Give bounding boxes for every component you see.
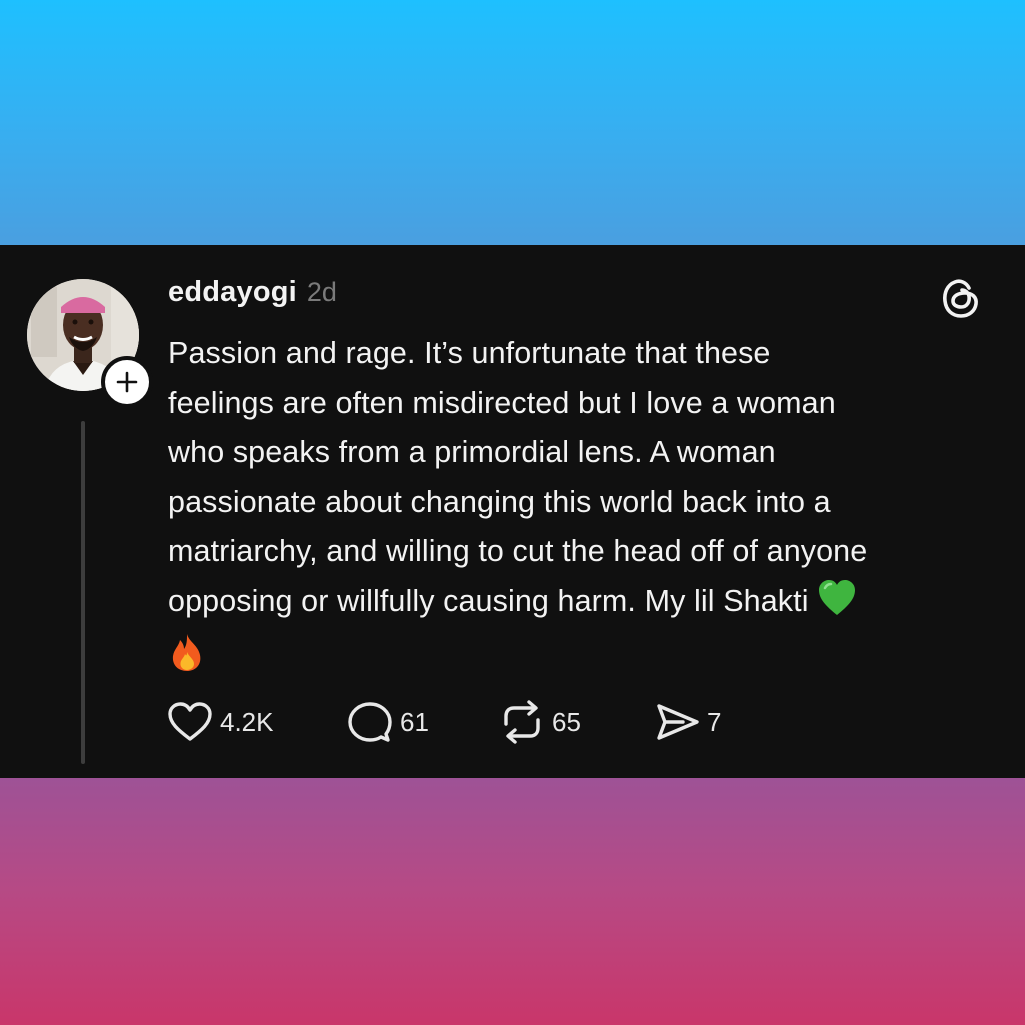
- post-line: passionate about changing this world bac…: [168, 484, 831, 519]
- background-bottom-gradient: [0, 778, 1025, 1025]
- like-count: 4.2K: [220, 706, 274, 737]
- plus-icon: [116, 371, 138, 393]
- post-line: feelings are often misdirected but I lov…: [168, 385, 836, 420]
- post-actions: 4.2K 61 65 7: [166, 698, 743, 746]
- reply-count: 61: [400, 706, 429, 737]
- repost-count: 65: [552, 706, 581, 737]
- post-text: Passion and rage. It’s unfortunate that …: [168, 329, 998, 688]
- threads-logo-icon[interactable]: [938, 275, 984, 321]
- repost-icon: [504, 700, 540, 744]
- threads-post-card: eddayogi 2d Passion and rage. It’s unfor…: [0, 245, 1025, 778]
- post-author: eddayogi 2d: [168, 276, 337, 316]
- fire-emoji: [168, 632, 206, 688]
- reply-button[interactable]: 61: [346, 700, 498, 744]
- post-time: 2d: [306, 277, 337, 307]
- share-count: 7: [707, 706, 722, 737]
- share-button[interactable]: 7: [653, 700, 743, 744]
- background-top-gradient: [0, 0, 1025, 245]
- post-line: Passion and rage. It’s unfortunate that …: [168, 336, 771, 370]
- repost-button[interactable]: 65: [498, 700, 653, 744]
- username[interactable]: eddayogi: [168, 276, 297, 309]
- post-line: who speaks from a primordial lens. A wom…: [168, 435, 776, 469]
- heart-icon: [168, 702, 212, 741]
- like-button[interactable]: 4.2K: [166, 700, 346, 744]
- green-heart-emoji: [817, 579, 857, 633]
- post-line: matriarchy, and willing to cut the head …: [168, 534, 868, 568]
- thread-line: [81, 421, 85, 764]
- comment-icon: [348, 702, 392, 742]
- post-line: opposing or willfully causing harm. My l…: [168, 583, 809, 618]
- follow-button[interactable]: [101, 356, 153, 408]
- share-icon: [657, 704, 699, 740]
